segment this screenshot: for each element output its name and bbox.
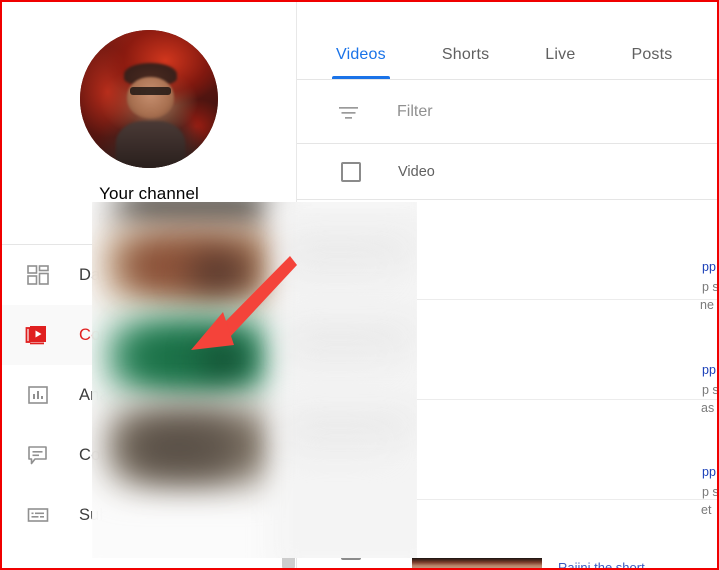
filter-input-placeholder[interactable]: Filter xyxy=(397,103,433,121)
youtube-studio-window: Your channel Rajinism Forever Dashboard xyxy=(0,0,719,570)
sidebar: Your channel Rajinism Forever Dashboard xyxy=(2,2,296,568)
content-tabs: Videos Shorts Live Posts xyxy=(297,2,717,80)
row-sub-text: p s xyxy=(702,383,719,397)
row-link-text[interactable]: pp xyxy=(702,259,717,276)
filter-bar[interactable]: Filter xyxy=(297,80,717,144)
content-video-icon xyxy=(22,319,54,351)
avatar-sunglasses xyxy=(129,86,172,95)
avatar-torso xyxy=(115,121,185,168)
analytics-icon xyxy=(22,379,54,411)
tab-posts[interactable]: Posts xyxy=(631,46,672,80)
row-link-text[interactable]: pp xyxy=(702,362,717,379)
row-sub-text: ne xyxy=(700,298,714,312)
sidebar-item-comments[interactable]: Comments xyxy=(2,425,296,485)
avatar-face xyxy=(126,76,174,119)
scrollbar-up-arrow-icon[interactable] xyxy=(283,266,294,278)
row-sub-text: p s xyxy=(702,485,719,499)
sidebar-item-analytics[interactable]: Analytics xyxy=(2,365,296,425)
sidebar-item-label: Comments xyxy=(79,445,160,464)
sidebar-scrollbar-thumb[interactable] xyxy=(282,275,295,568)
column-header-video: Video xyxy=(398,164,435,180)
filter-icon[interactable] xyxy=(336,99,362,125)
row-checkbox[interactable] xyxy=(341,440,361,460)
subtitles-icon xyxy=(22,499,54,531)
channel-subtitle: Rajinism Forever xyxy=(97,211,201,226)
tab-shorts[interactable]: Shorts xyxy=(442,46,489,80)
row-sub-text: as xyxy=(701,401,715,415)
channel-title: Your channel xyxy=(99,184,199,203)
avatar[interactable] xyxy=(80,30,218,168)
select-all-checkbox[interactable] xyxy=(341,162,361,182)
row-sub-text: p s xyxy=(702,280,719,294)
tab-videos[interactable]: Videos xyxy=(332,46,390,80)
sidebar-item-label: Analytics xyxy=(79,385,147,404)
table-row[interactable] xyxy=(297,400,717,500)
video-thumbnail[interactable] xyxy=(412,558,542,568)
row-checkbox[interactable] xyxy=(341,340,361,360)
dashboard-icon xyxy=(22,259,54,291)
sidebar-item-subtitles[interactable]: Subtitles xyxy=(2,485,296,545)
tab-live[interactable]: Live xyxy=(545,46,575,80)
sidebar-item-label: Content xyxy=(79,325,138,344)
comments-icon xyxy=(22,439,54,471)
content-panel: Videos Shorts Live Posts Filter Video xyxy=(297,2,717,568)
row-checkbox[interactable] xyxy=(341,240,361,260)
sidebar-item-label: Subtitles xyxy=(79,505,144,524)
table-header: Video xyxy=(297,144,717,200)
sidebar-item-dashboard[interactable]: Dashboard xyxy=(2,245,296,305)
channel-header: Your channel Rajinism Forever xyxy=(2,2,296,226)
row-sub-text: et xyxy=(701,503,712,517)
table-row[interactable] xyxy=(297,200,717,300)
row-link-text[interactable]: pp xyxy=(702,464,717,481)
sidebar-item-content[interactable]: Content xyxy=(2,305,296,365)
table-row[interactable] xyxy=(297,300,717,400)
sidebar-item-label: Dashboard xyxy=(79,265,162,284)
video-title-link[interactable]: Rajini the short xyxy=(558,560,717,568)
row-checkbox[interactable] xyxy=(341,540,361,560)
